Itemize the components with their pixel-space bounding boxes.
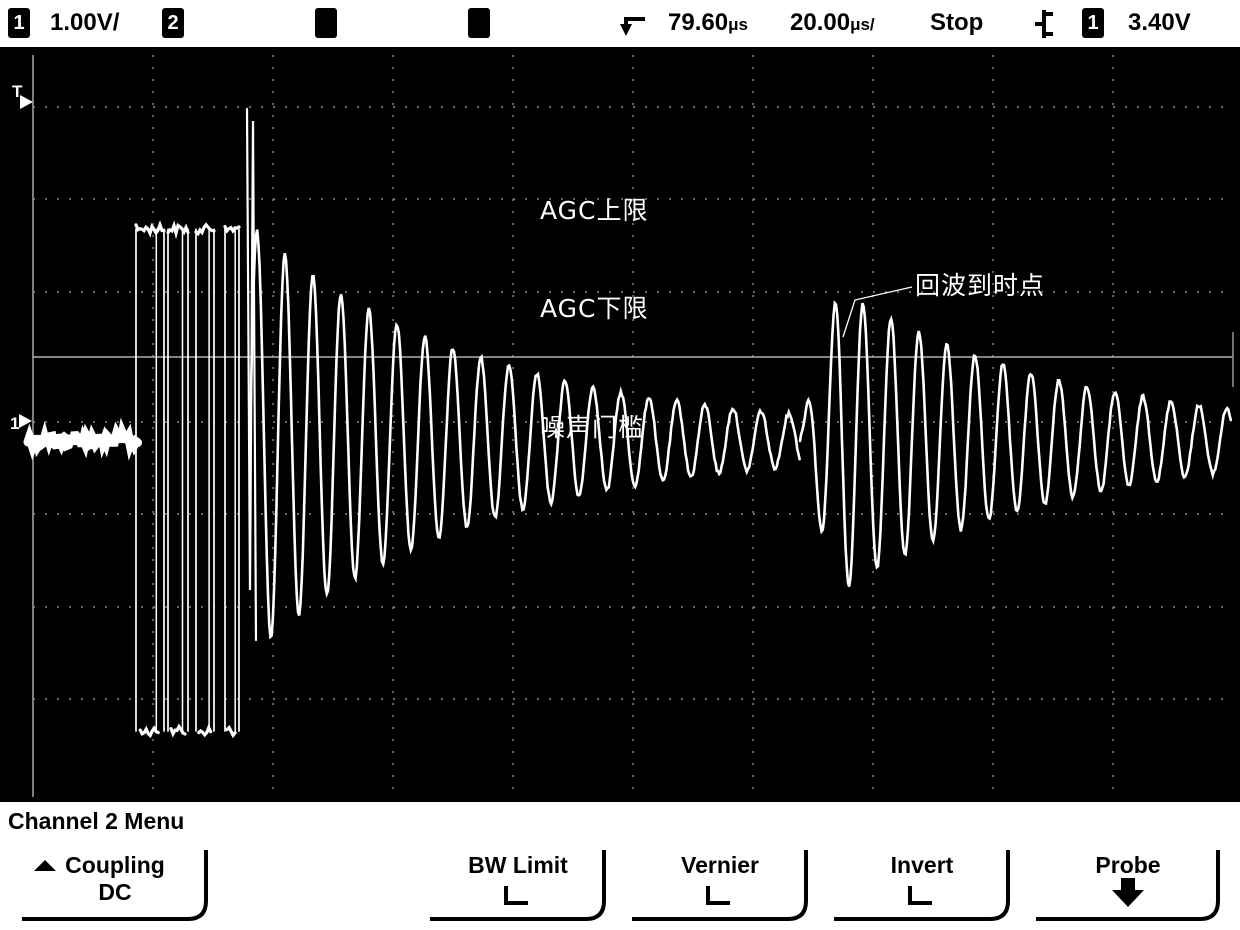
time-offset-unit: μs	[728, 15, 748, 34]
channel-1-badge[interactable]: 1	[8, 8, 30, 38]
down-arrow-icon	[1112, 878, 1144, 907]
run-state[interactable]: Stop	[930, 6, 983, 40]
echo-arrival-label: 回波到时点	[915, 271, 1046, 300]
waveform-display[interactable]: T 1 AGC上限 AGC下限 噪声门槛 回波到时点	[0, 47, 1240, 802]
timebase-unit: μs/	[850, 15, 875, 34]
trigger-level[interactable]: 3.40V	[1128, 6, 1191, 40]
softkey-menu: Channel 2 Menu Coupling DC BW Limit Vernier…	[0, 802, 1240, 930]
softkey-invert[interactable]: Invert	[832, 848, 1012, 922]
time-offset[interactable]: 79.60μs	[668, 6, 748, 42]
channel-4-badge[interactable]	[468, 8, 490, 38]
channel-1-scale[interactable]: 1.00V/	[50, 6, 119, 40]
time-offset-value: 79.60	[668, 9, 729, 36]
corner-bracket-icon	[504, 886, 528, 905]
softkey-label: Invert	[890, 852, 954, 878]
softkey-coupling[interactable]: Coupling DC	[20, 848, 210, 922]
corner-bracket-icon	[908, 886, 932, 905]
menu-title: Channel 2 Menu	[8, 808, 185, 834]
trigger-position-icon	[620, 17, 645, 36]
softkey-value: DC	[98, 879, 132, 905]
timebase[interactable]: 20.00μs/	[790, 6, 875, 42]
softkey-label: Vernier	[681, 852, 759, 878]
oscilloscope-screenshot: 1 1.00V/ 2 79.60μs 20.00μs/ Stop 1 3.40V	[0, 0, 1240, 930]
noise-threshold-label: 噪声门槛	[540, 413, 645, 442]
softkey-probe[interactable]: Probe	[1034, 848, 1222, 922]
softkey-label: Probe	[1095, 852, 1161, 878]
agc-upper-limit-label: AGC上限	[540, 196, 649, 225]
status-bar: 1 1.00V/ 2 79.60μs 20.00μs/ Stop 1 3.40V	[0, 0, 1240, 47]
softkey-bw-limit[interactable]: BW Limit	[428, 848, 608, 922]
rising-edge-icon	[1035, 10, 1053, 38]
softkey-vernier[interactable]: Vernier	[630, 848, 810, 922]
channel-2-badge[interactable]: 2	[162, 8, 184, 38]
corner-bracket-icon	[706, 886, 730, 905]
timebase-value: 20.00	[790, 9, 851, 36]
up-triangle-icon	[34, 860, 56, 871]
agc-lower-limit-label: AGC下限	[540, 294, 649, 323]
channel-3-badge[interactable]	[315, 8, 337, 38]
trigger-source-badge[interactable]: 1	[1082, 8, 1104, 38]
softkey-label: BW Limit	[468, 852, 568, 878]
